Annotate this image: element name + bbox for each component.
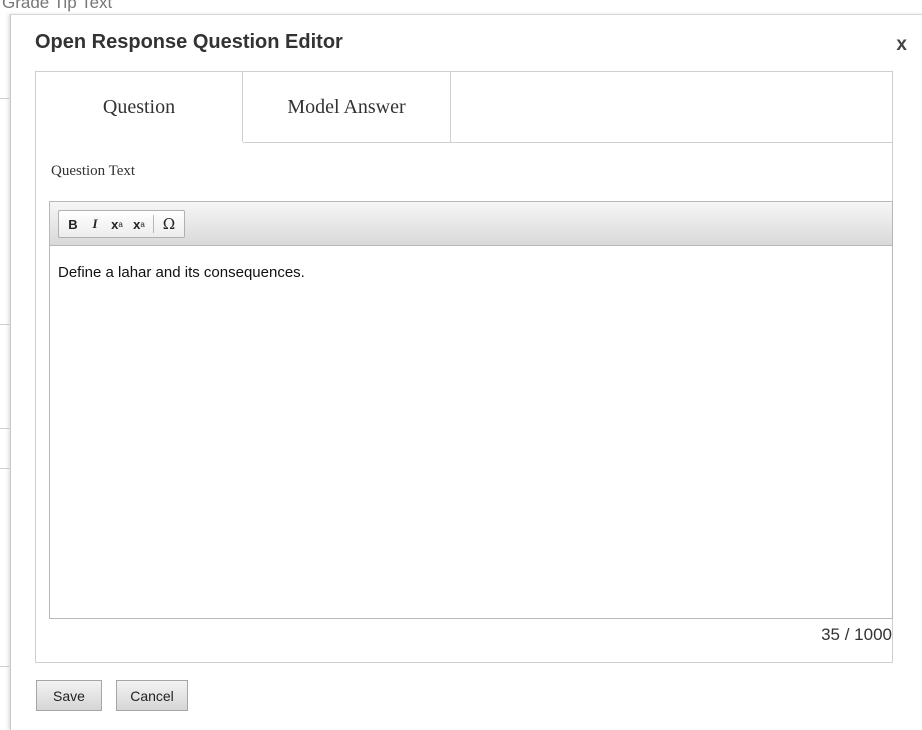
background-divider	[0, 324, 9, 325]
background-divider	[0, 468, 9, 469]
question-text-label: Question Text	[51, 163, 136, 179]
bold-button[interactable]: B	[62, 212, 84, 236]
superscript-button[interactable]: xa	[128, 212, 150, 236]
background-divider	[0, 98, 9, 99]
toolbar-separator	[153, 215, 154, 233]
question-editor-modal: Open Response Question Editor x Question…	[10, 14, 922, 730]
background-divider	[0, 428, 9, 429]
subscript-button[interactable]: xa	[106, 212, 128, 236]
italic-button[interactable]: I	[84, 212, 106, 236]
editor-content-area[interactable]: Define a lahar and its consequences.	[50, 246, 892, 618]
tab-model-answer[interactable]: Model Answer	[243, 72, 451, 143]
editor-panel: Question Model Answer Question Text B I …	[35, 71, 893, 663]
modal-title: Open Response Question Editor	[35, 31, 343, 53]
close-button[interactable]: x	[896, 34, 907, 56]
tab-bar: Question Model Answer	[36, 72, 892, 143]
background-heading: Grade Tip Text	[2, 0, 113, 12]
character-count: 35 / 1000	[821, 625, 892, 644]
subscript-icon: x	[111, 216, 119, 232]
special-character-button[interactable]: Ω	[157, 212, 181, 236]
rich-text-editor: B I xa xa Ω Define a lahar and its conse…	[49, 201, 893, 619]
toolbar-button-group: B I xa xa Ω	[58, 210, 185, 238]
background-divider	[0, 666, 9, 667]
superscript-icon: x	[133, 216, 141, 232]
tab-bar-filler	[451, 72, 892, 143]
tab-question[interactable]: Question	[36, 72, 243, 142]
question-text: Define a lahar and its consequences.	[58, 264, 305, 281]
cancel-button[interactable]: Cancel	[116, 680, 188, 711]
save-button[interactable]: Save	[36, 680, 102, 711]
editor-toolbar: B I xa xa Ω	[50, 202, 892, 246]
